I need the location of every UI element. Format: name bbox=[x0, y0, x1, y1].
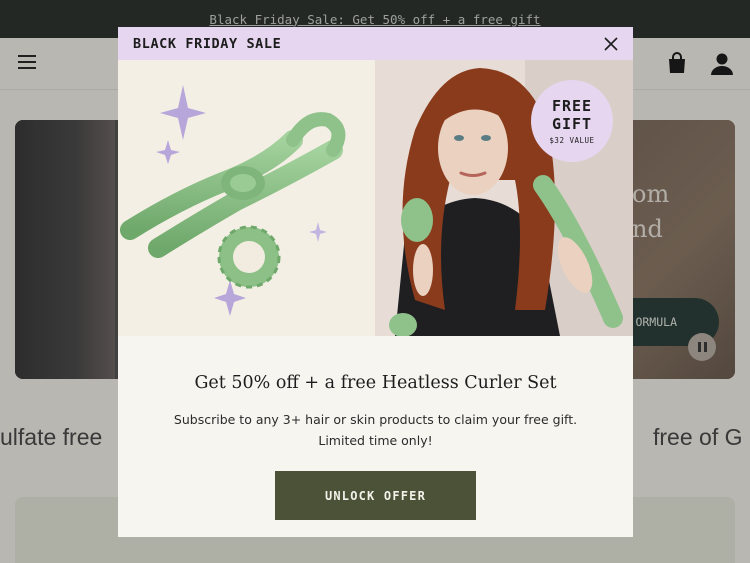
badge-value: $32 VALUE bbox=[549, 136, 595, 145]
promo-modal: BLACK FRIDAY SALE FREE GIFT $32 VALUE Ge… bbox=[118, 27, 633, 537]
popup-subtext-line2: Limited time only! bbox=[318, 433, 433, 448]
badge-line1: FREE bbox=[551, 97, 593, 115]
close-icon[interactable] bbox=[603, 36, 619, 52]
popup-subtext: Subscribe to any 3+ hair or skin product… bbox=[118, 409, 633, 451]
product-image-curlers bbox=[118, 60, 375, 336]
badge-line2: GIFT bbox=[551, 115, 593, 133]
popup-subtext-line1: Subscribe to any 3+ hair or skin product… bbox=[173, 412, 578, 427]
modal-title: BLACK FRIDAY SALE bbox=[133, 36, 282, 52]
popup-headline: Get 50% off + a free Heatless Curler Set bbox=[194, 373, 557, 393]
modal-header: BLACK FRIDAY SALE bbox=[118, 27, 633, 60]
unlock-offer-button[interactable]: UNLOCK OFFER bbox=[275, 471, 476, 520]
free-gift-badge: FREE GIFT $32 VALUE bbox=[531, 80, 613, 162]
